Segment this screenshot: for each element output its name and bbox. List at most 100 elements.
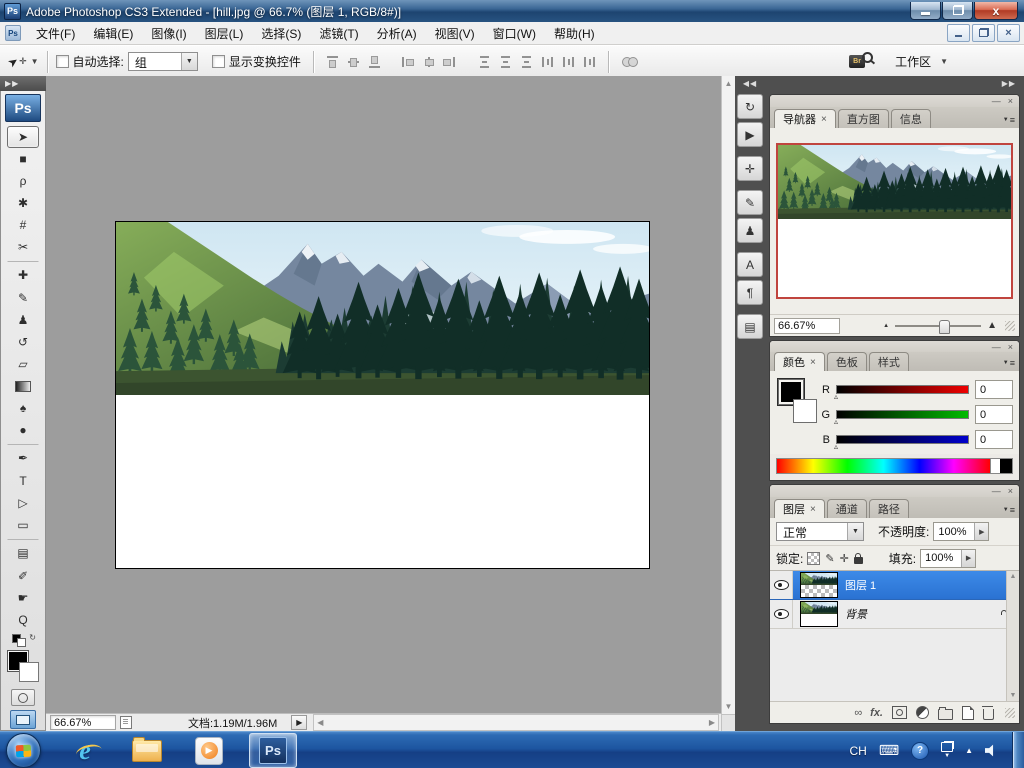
lock-image-icon[interactable]: ✎ <box>825 552 834 565</box>
quick-selection-tool[interactable]: ✱ <box>7 192 39 214</box>
add-layer-mask-button[interactable] <box>892 706 907 719</box>
vertical-scrollbar[interactable]: ▲ ▼ <box>721 76 735 731</box>
adjustment-layer-button[interactable] <box>916 706 929 719</box>
channel-slider-track[interactable]: ▵ <box>834 385 969 401</box>
history-panel-button[interactable]: ↻ <box>737 94 763 119</box>
document-canvas[interactable] <box>115 221 650 569</box>
eraser-tool[interactable]: ▱ <box>7 353 39 375</box>
auto-align-layers-icon[interactable] <box>621 55 639 69</box>
panel-close-icon[interactable]: × <box>1008 342 1013 351</box>
menu-help[interactable]: 帮助(H) <box>545 22 604 44</box>
align-right-edges-icon[interactable] <box>442 55 457 69</box>
black-swatch[interactable] <box>1000 459 1012 473</box>
zoom-in-icon[interactable]: ▲ <box>987 320 997 331</box>
taskbar-internet-explorer[interactable]: e <box>67 734 103 768</box>
align-top-edges-icon[interactable] <box>325 55 340 69</box>
type-tool[interactable]: T <box>7 470 39 492</box>
spectrum-ramp[interactable] <box>777 459 990 473</box>
menu-image[interactable]: 图像(I) <box>142 22 195 44</box>
distribute-top-edges-icon[interactable] <box>477 55 492 69</box>
show-hidden-icons-button[interactable]: ▲ <box>965 746 973 755</box>
status-flyout-button[interactable]: ▶ <box>291 715 308 730</box>
slice-tool[interactable]: ✂ <box>7 236 39 258</box>
tab-histogram[interactable]: 直方图 × <box>837 109 889 128</box>
canvas-region[interactable] <box>46 76 721 713</box>
actions-panel-button[interactable]: ▶ <box>737 122 763 147</box>
taskbar-photoshop-active[interactable]: Ps <box>249 733 297 768</box>
tab-paths[interactable]: 路径 × <box>868 499 909 518</box>
align-left-edges-icon[interactable] <box>400 55 415 69</box>
layer-thumbnail[interactable] <box>800 572 838 598</box>
taskbar-media-player[interactable]: ▶ <box>191 734 227 768</box>
tab-color[interactable]: 颜色 × <box>774 352 825 372</box>
slider-thumb-icon[interactable]: ▵ <box>834 417 838 426</box>
navigator-preview[interactable] <box>776 143 1013 299</box>
link-layers-button[interactable]: ∞ <box>854 707 862 719</box>
slider-thumb-icon[interactable]: ▵ <box>834 392 838 401</box>
auto-select-mode-dropdown[interactable]: 组 ▼ <box>127 52 198 71</box>
layer-thumbnail[interactable] <box>800 601 838 627</box>
spinner-arrow-icon[interactable]: ▶ <box>974 523 989 540</box>
menu-window[interactable]: 窗口(W) <box>484 22 545 44</box>
gradient-tool[interactable]: ▰ <box>7 375 39 397</box>
layer-comps-panel-button[interactable]: ▤ <box>737 314 763 339</box>
tab-swatches[interactable]: 色板 × <box>826 352 867 372</box>
blur-tool[interactable]: ♠ <box>7 397 39 419</box>
crop-tool[interactable]: # <box>7 214 39 236</box>
tool-presets-panel-button[interactable]: ✛ <box>737 156 763 181</box>
panel-close-icon[interactable]: × <box>1008 487 1013 496</box>
go-to-bridge-button[interactable]: Br <box>849 52 874 68</box>
menu-edit[interactable]: 编辑(E) <box>84 22 142 44</box>
default-colors-widget[interactable]: ↻ <box>8 633 38 647</box>
path-selection-tool[interactable]: ▷ <box>7 492 39 514</box>
layer-row-background[interactable]: 背景 <box>770 600 1007 629</box>
move-tool[interactable]: ➤ <box>7 126 39 148</box>
lock-transparency-icon[interactable] <box>807 551 821 565</box>
tab-styles[interactable]: 样式 × <box>868 352 909 372</box>
scroll-down-icon[interactable]: ▼ <box>1010 692 1017 699</box>
channel-value-field[interactable]: 0 <box>975 430 1013 450</box>
scroll-down-icon[interactable]: ▼ <box>725 702 733 711</box>
panel-minimize-icon[interactable]: — <box>992 97 1001 106</box>
background-color-swatch[interactable] <box>793 399 817 424</box>
spinner-arrow-icon[interactable]: ▶ <box>961 549 976 567</box>
navigator-zoom-slider[interactable] <box>895 319 982 334</box>
status-zoom-field[interactable]: 66.67% <box>50 715 116 730</box>
foreground-background-colors[interactable] <box>5 649 41 683</box>
tray-window-icon[interactable]: ▼ <box>941 742 954 759</box>
close-button[interactable]: x <box>974 2 1018 20</box>
panel-close-icon[interactable]: × <box>1008 97 1013 106</box>
layer-style-button[interactable]: fx. <box>870 707 883 719</box>
zoom-tool[interactable]: Q <box>7 609 39 631</box>
panel-resize-grip[interactable] <box>1005 320 1015 331</box>
visibility-toggle[interactable] <box>770 571 793 599</box>
shape-tool[interactable]: ▭ <box>7 514 39 536</box>
tab-layers[interactable]: 图层 × <box>774 499 825 518</box>
menu-analysis[interactable]: 分析(A) <box>368 22 426 44</box>
language-indicator[interactable]: CH <box>850 744 867 758</box>
white-swatch[interactable] <box>990 459 1000 473</box>
tab-close-icon[interactable]: × <box>810 357 816 368</box>
quick-mask-mode-button[interactable] <box>11 689 35 706</box>
screen-mode-button[interactable] <box>10 710 36 729</box>
horizontal-scrollbar[interactable]: ◀ ▶ <box>313 714 719 731</box>
align-bottom-edges-icon[interactable] <box>367 55 382 69</box>
tab-navigator[interactable]: 导航器 × <box>774 109 836 128</box>
channel-value-field[interactable]: 0 <box>975 380 1013 400</box>
menu-file[interactable]: 文件(F) <box>27 22 84 44</box>
new-layer-button[interactable] <box>962 705 974 720</box>
layer-row-layer1[interactable]: 图层 1 <box>770 571 1007 600</box>
slider-thumb[interactable] <box>939 319 951 334</box>
new-group-button[interactable] <box>938 706 953 720</box>
scroll-right-icon[interactable]: ▶ <box>709 718 715 727</box>
minimize-button[interactable] <box>910 2 941 20</box>
navigator-zoom-field[interactable]: 66.67% <box>774 317 840 334</box>
menu-select[interactable]: 选择(S) <box>252 22 310 44</box>
channel-slider-track[interactable]: ▵ <box>834 410 969 426</box>
show-transform-controls-checkbox[interactable] <box>211 55 225 68</box>
visibility-toggle[interactable] <box>770 600 793 628</box>
opacity-field[interactable]: 100% ▶ <box>933 522 990 541</box>
lock-position-icon[interactable]: ✛ <box>840 552 849 565</box>
panel-menu-button[interactable]: ▼ ≡ <box>1003 505 1015 515</box>
scroll-up-icon[interactable]: ▲ <box>725 79 733 88</box>
